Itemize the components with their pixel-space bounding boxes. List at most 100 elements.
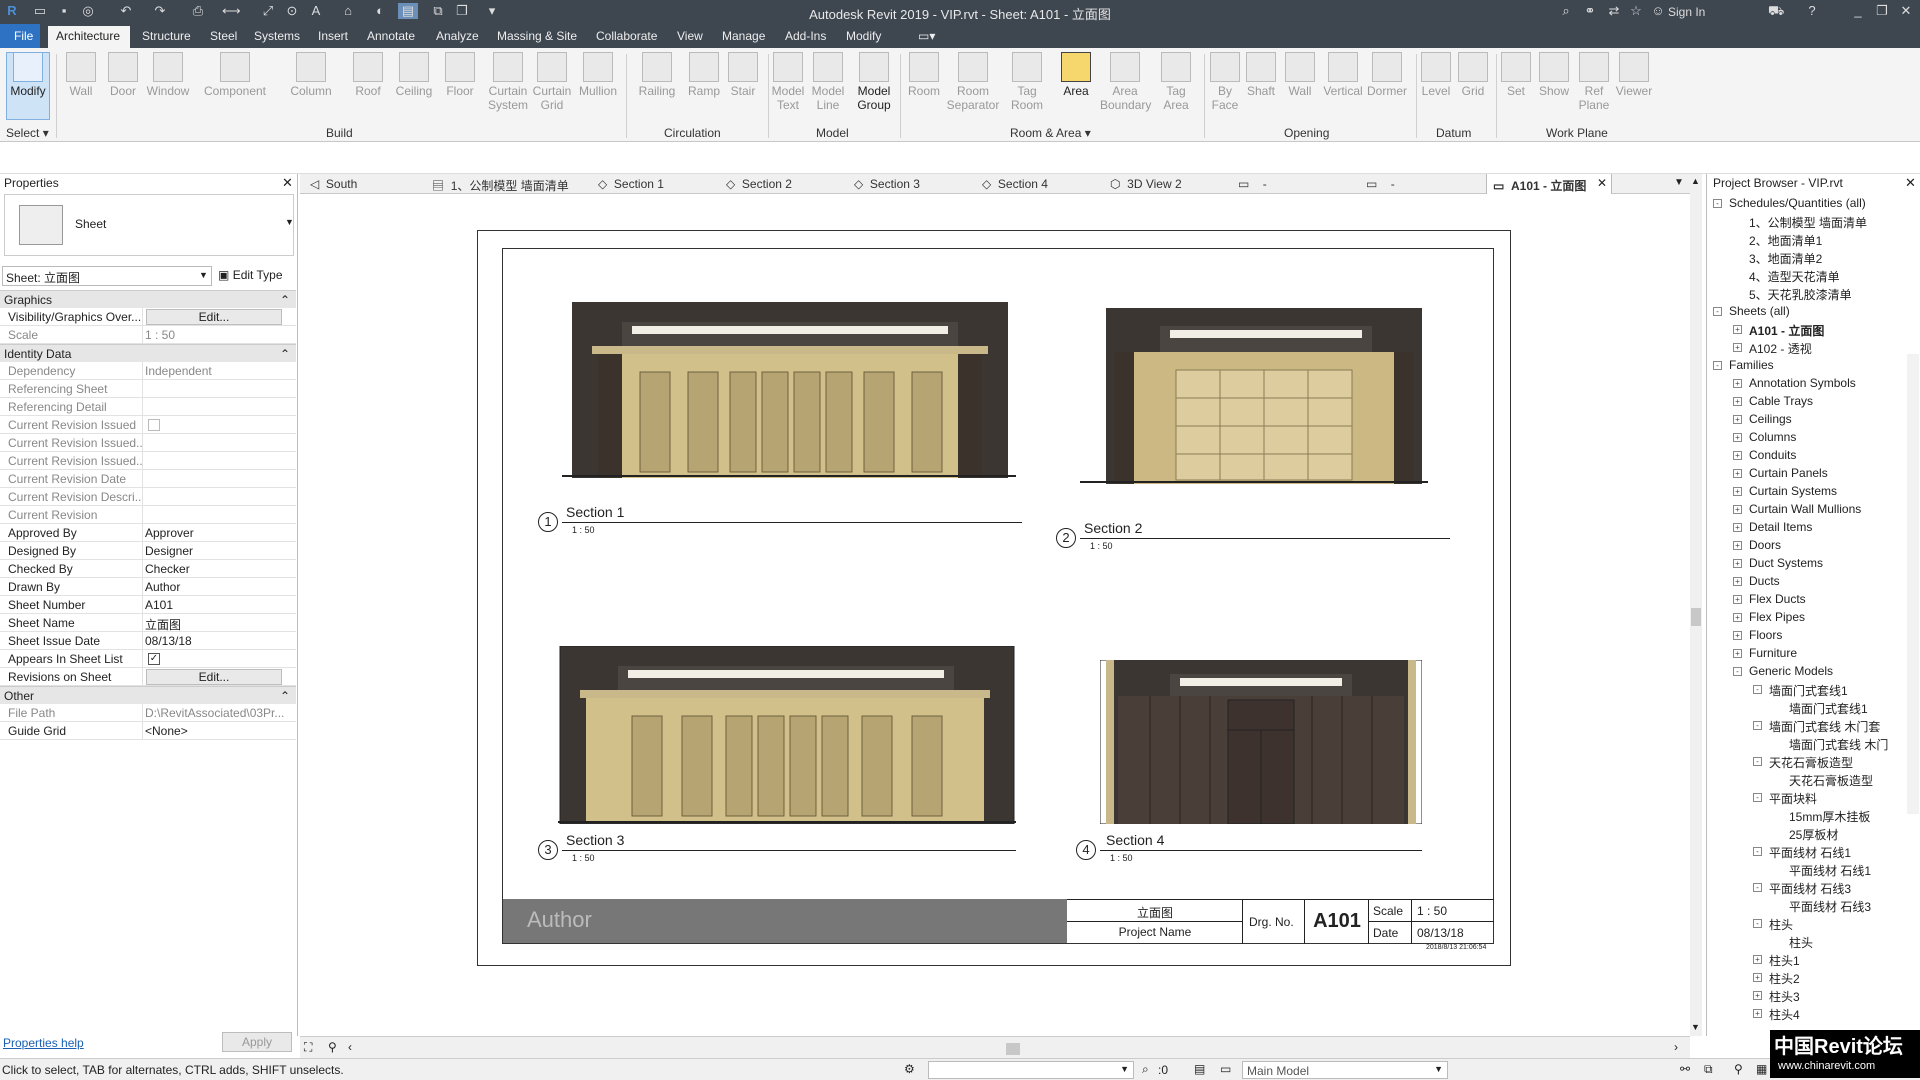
guide-grid-field[interactable]: <None> [145, 724, 293, 738]
expand-node-icon[interactable]: + [1733, 325, 1742, 334]
expand-node-icon[interactable]: + [1733, 649, 1742, 658]
expand-node-icon[interactable]: + [1733, 415, 1742, 424]
vertical-tool[interactable]: Vertical [1318, 52, 1368, 98]
subscription-icon[interactable]: ⇄ [1606, 3, 1622, 19]
browser-node[interactable]: 平面线材 石线1 [1789, 862, 1871, 879]
panel-toggle-icon[interactable]: ▭▾ [918, 29, 935, 43]
tab-massing-site[interactable]: Massing & Site [497, 29, 577, 43]
wall-tool[interactable]: Wall [62, 52, 100, 98]
tab-add-ins[interactable]: Add-Ins [785, 29, 826, 43]
appears-in-sheet-list-checkbox[interactable]: ✓ [148, 653, 160, 665]
browser-node[interactable]: 平面线材 石线3 [1789, 898, 1871, 915]
browser-node[interactable]: Detail Items [1749, 520, 1812, 534]
tab-annotate[interactable]: Annotate [367, 29, 415, 43]
collapse-node-icon[interactable]: - [1753, 919, 1762, 928]
canvas-vertical-scrollbar[interactable]: ▲ ▼ [1690, 174, 1702, 1036]
select-group-label[interactable]: Select ▾ [6, 126, 49, 140]
edit-type-button[interactable]: ▣ Edit Type [218, 268, 283, 282]
search-icon[interactable]: ⌕ [1558, 3, 1574, 19]
type-selector[interactable]: Sheet ▼ [4, 194, 294, 256]
door-tool[interactable]: Door [104, 52, 142, 98]
tab-architecture[interactable]: Architecture [56, 29, 120, 43]
scroll-right-icon[interactable]: › [1674, 1040, 1678, 1054]
tab-blank-2[interactable]: ▭ - [1366, 177, 1395, 191]
collapse-node-icon[interactable]: - [1753, 757, 1762, 766]
expand-node-icon[interactable]: + [1733, 397, 1742, 406]
design-options-icon[interactable]: ▤ [1194, 1062, 1205, 1076]
select-by-face-icon[interactable]: ▦ [1756, 1062, 1767, 1076]
browser-node[interactable]: 柱头2 [1769, 970, 1800, 987]
h-scroll-thumb[interactable] [1006, 1043, 1020, 1055]
scroll-down-icon[interactable]: ▼ [1691, 1022, 1700, 1032]
browser-node[interactable]: Curtain Panels [1749, 466, 1828, 480]
tab-south[interactable]: ◁ South [310, 177, 357, 191]
tag-area-tool[interactable]: Tag Area [1158, 52, 1194, 112]
tab-3d-view-2[interactable]: ⬡ 3D View 2 [1110, 177, 1182, 191]
tab-a101[interactable]: ▭ A101 - 立面图 ✕ [1486, 174, 1612, 194]
expand-node-icon[interactable]: + [1733, 631, 1742, 640]
scroll-up-icon[interactable]: ▲ [1691, 176, 1700, 186]
column-tool[interactable]: Column [286, 52, 336, 98]
scroll-left-icon[interactable]: ‹ [348, 1040, 352, 1054]
help-icon[interactable]: ? [1804, 3, 1820, 19]
browser-node[interactable]: 柱头 [1769, 916, 1793, 933]
roof-tool[interactable]: Roof [350, 52, 386, 98]
browser-node[interactable]: 墙面门式套线1 [1769, 682, 1848, 699]
minimize-icon[interactable]: _ [1850, 3, 1866, 19]
expand-node-icon[interactable]: + [1733, 487, 1742, 496]
expand-node-icon[interactable]: + [1753, 955, 1762, 964]
visibility-edit-button[interactable]: Edit... [146, 309, 282, 325]
browser-node[interactable]: 25厚板材 [1789, 826, 1838, 843]
collapse-node-icon[interactable]: - [1753, 847, 1762, 856]
browser-node[interactable]: Curtain Wall Mullions [1749, 502, 1861, 516]
expand-node-icon[interactable]: + [1733, 343, 1742, 352]
viewer-tool[interactable]: Viewer [1614, 52, 1654, 98]
room-area-group-label[interactable]: Room & Area ▾ [1010, 126, 1091, 140]
browser-node[interactable]: Ducts [1749, 574, 1780, 588]
collapse-node-icon[interactable]: - [1713, 307, 1722, 316]
expand-node-icon[interactable]: + [1733, 505, 1742, 514]
level-tool[interactable]: Level [1418, 52, 1454, 98]
browser-node[interactable]: Families [1729, 358, 1774, 372]
sheet-name-field[interactable]: 立面图 [145, 616, 293, 633]
expand-node-icon[interactable]: + [1733, 541, 1742, 550]
design-option-dropdown[interactable]: Main Model ▼ [1242, 1061, 1448, 1079]
tab-section-1[interactable]: ◇ Section 1 [598, 177, 664, 191]
expand-node-icon[interactable]: + [1733, 595, 1742, 604]
ramp-tool[interactable]: Ramp [684, 52, 724, 98]
expand-node-icon[interactable]: + [1753, 1009, 1762, 1018]
model-text-tool[interactable]: Model Text [770, 52, 806, 112]
drawn-by-field[interactable]: Author [145, 580, 293, 594]
tab-steel[interactable]: Steel [210, 29, 237, 43]
tab-section-4[interactable]: ◇ Section 4 [982, 177, 1048, 191]
select-underlay-icon[interactable]: ⧉ [1704, 1062, 1713, 1077]
collapse-node-icon[interactable]: - [1753, 883, 1762, 892]
tab-modify[interactable]: Modify [846, 29, 881, 43]
tab-section-3[interactable]: ◇ Section 3 [854, 177, 920, 191]
expand-node-icon[interactable]: + [1733, 613, 1742, 622]
close-properties-icon[interactable]: ✕ [282, 175, 293, 191]
browser-node[interactable]: Ceilings [1749, 412, 1792, 426]
select-pinned-icon[interactable]: ⚲ [1734, 1062, 1743, 1076]
browser-node[interactable]: Flex Pipes [1749, 610, 1805, 624]
show-tool[interactable]: Show [1536, 52, 1572, 98]
browser-node[interactable]: 平面块料 [1769, 790, 1817, 807]
grid-tool[interactable]: Grid [1456, 52, 1490, 98]
favorites-icon[interactable]: ☆ [1628, 3, 1644, 19]
tab-blank-1[interactable]: ▭ - [1238, 177, 1267, 191]
railing-tool[interactable]: Railing [634, 52, 680, 98]
browser-node[interactable]: Conduits [1749, 448, 1796, 462]
sheet-issue-date-field[interactable]: 08/13/18 [145, 634, 293, 648]
drawing-canvas[interactable]: 1 Section 1 1 : 50 2 Section 2 1 : 50 3 … [300, 194, 1690, 1036]
close-tab-icon[interactable]: ✕ [1597, 176, 1607, 190]
revisions-edit-button[interactable]: Edit... [146, 669, 282, 685]
tag-room-tool[interactable]: Tag Room [1008, 52, 1046, 112]
ref-plane-tool[interactable]: Ref Plane [1576, 52, 1612, 112]
close-browser-icon[interactable]: ✕ [1905, 175, 1916, 191]
worksets-icon[interactable]: ⚙ [904, 1062, 915, 1076]
browser-node[interactable]: 墙面门式套线 木门 [1789, 736, 1888, 753]
view-control-icon[interactable]: ⛶ [304, 1040, 312, 1055]
collapse-node-icon[interactable]: - [1713, 361, 1722, 370]
apply-button[interactable]: Apply [222, 1032, 292, 1052]
model-icon[interactable]: ▭ [1220, 1062, 1231, 1076]
